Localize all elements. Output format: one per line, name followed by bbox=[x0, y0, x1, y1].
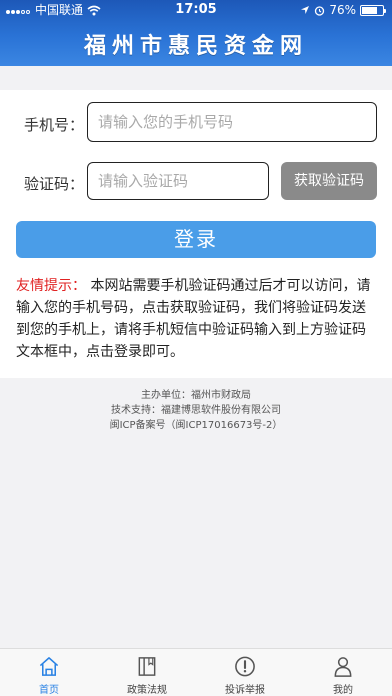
battery-percent: 76% bbox=[329, 3, 356, 17]
book-icon bbox=[138, 657, 156, 676]
login-panel: 手机号： 验证码： 获取验证码 登录 友情提示： 本网站需要手机验证码通过后才可… bbox=[0, 90, 392, 378]
get-code-button[interactable]: 获取验证码 bbox=[281, 162, 377, 200]
location-icon bbox=[301, 6, 310, 14]
sponsor-text: 主办单位：福州市财政局 bbox=[141, 390, 251, 401]
page-title: 福州市惠民资金网 bbox=[83, 34, 308, 59]
tab-home-label: 首页 bbox=[39, 685, 59, 696]
tip-label: 友情提示： bbox=[16, 278, 86, 294]
code-label: 验证码： bbox=[24, 175, 85, 193]
code-input[interactable] bbox=[87, 162, 269, 200]
tab-policy[interactable]: 政策法规 bbox=[98, 649, 196, 696]
user-icon bbox=[334, 657, 352, 677]
battery-icon bbox=[360, 4, 386, 16]
tip-block: 友情提示： 本网站需要手机验证码通过后才可以访问，请输入您的手机号码，点击获取验… bbox=[16, 275, 378, 363]
tab-policy-label: 政策法规 bbox=[127, 685, 167, 696]
app-header: 中国联通 17:05 76% 福州市惠民资金网 bbox=[0, 0, 392, 66]
status-right: 76% bbox=[300, 0, 386, 20]
home-icon bbox=[39, 657, 59, 676]
alert-icon bbox=[235, 656, 255, 677]
footer-info: 主办单位：福州市财政局 技术支持：福建博思软件股份有限公司 闽ICP备案号（闽I… bbox=[0, 388, 392, 433]
login-button[interactable]: 登录 bbox=[16, 221, 376, 258]
tab-home[interactable]: 首页 bbox=[0, 649, 98, 696]
tab-mine-label: 我的 bbox=[333, 685, 353, 696]
icp-text: 闽ICP备案号（闽ICP17016673号-2） bbox=[109, 420, 283, 431]
phone-label: 手机号： bbox=[24, 116, 85, 134]
tab-mine[interactable]: 我的 bbox=[294, 649, 392, 696]
status-bar: 中国联通 17:05 76% bbox=[0, 0, 392, 20]
tab-complaint[interactable]: 投诉举报 bbox=[196, 649, 294, 696]
tab-bar: 首页 政策法规 投诉举报 我的 bbox=[0, 648, 392, 696]
alarm-icon bbox=[315, 5, 325, 16]
phone-input[interactable] bbox=[87, 102, 377, 142]
tab-complaint-label: 投诉举报 bbox=[225, 685, 265, 696]
tech-support-text: 技术支持：福建博思软件股份有限公司 bbox=[111, 405, 281, 416]
